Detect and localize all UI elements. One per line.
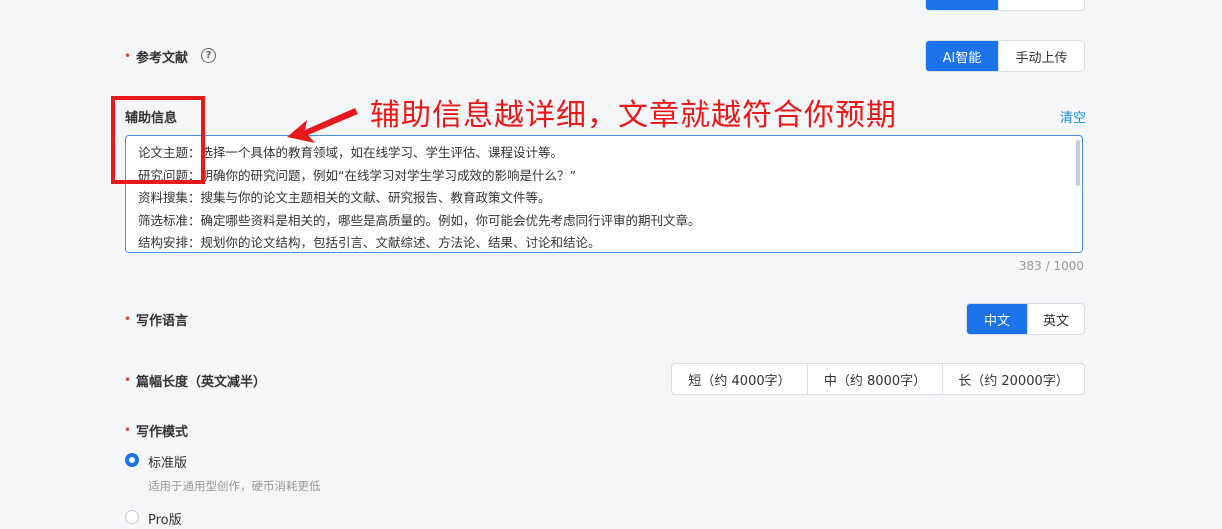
radio-pro[interactable] — [125, 510, 139, 524]
aux-info-line: 研究问题：明确你的研究问题，例如“在线学习对学生学习成效的影响是什么？” — [138, 167, 576, 183]
length-label: 篇幅长度（英文减半） — [136, 375, 267, 390]
top-cutoff-segmented[interactable] — [925, 0, 1085, 11]
aux-info-line: 结构安排：规划你的论文结构，包括引言、文献综述、方法论、结果、讨论和结论。 — [138, 235, 601, 250]
reference-label: 参考文献 — [136, 51, 189, 66]
length-option-medium[interactable]: 中（约 8000字） — [807, 364, 942, 394]
length-option-long[interactable]: 长（约 20000字） — [942, 364, 1084, 394]
aux-info-line: 论文主题：选择一个具体的教育领域，如在线学习、学生评估、课程设计等。 — [138, 145, 564, 160]
annotation-highlight-box — [111, 96, 205, 184]
required-marker: • — [124, 312, 132, 326]
help-icon[interactable]: ? — [201, 48, 216, 63]
aux-info-line: 资料搜集：搜集与你的论文主题相关的文献、研究报告、教育政策文件等。 — [138, 190, 551, 205]
textarea-scrollbar[interactable] — [1076, 140, 1080, 186]
mode-standard-label[interactable]: 标准版 — [148, 452, 187, 471]
length-option-short[interactable]: 短（约 4000字） — [672, 364, 807, 394]
reference-option-manual[interactable]: 手动上传 — [998, 41, 1084, 71]
length-segmented[interactable]: 短（约 4000字） 中（约 8000字） 长（约 20000字） — [671, 363, 1085, 395]
language-option-zh[interactable]: 中文 — [967, 304, 1027, 334]
required-marker: • — [124, 373, 132, 387]
annotation-arrow-icon — [287, 108, 358, 143]
aux-info-line: 筛选标准：确定哪些资料是相关的，哪些是高质量的。例如，你可能会优先考虑同行评审的… — [138, 212, 701, 228]
mode-label: 写作模式 — [136, 425, 189, 440]
top-cutoff-option-1[interactable] — [926, 0, 998, 10]
radio-standard[interactable] — [125, 453, 139, 467]
char-counter: 383 / 1000 — [1018, 259, 1084, 273]
mode-pro-label[interactable]: Pro版 — [148, 509, 182, 528]
language-segmented[interactable]: 中文 英文 — [966, 303, 1085, 335]
language-option-en[interactable]: 英文 — [1027, 304, 1084, 334]
mode-standard-desc: 适用于通用型创作，硬币消耗更低 — [148, 479, 321, 493]
clear-link[interactable]: 清空 — [1060, 107, 1086, 126]
reference-option-ai[interactable]: AI智能 — [926, 41, 998, 71]
top-cutoff-option-2[interactable] — [998, 0, 1084, 10]
annotation-text: 辅助信息越详细，文章就越符合你预期 — [370, 98, 897, 133]
language-label: 写作语言 — [136, 314, 189, 329]
reference-segmented[interactable]: AI智能 手动上传 — [925, 40, 1085, 72]
aux-info-textarea[interactable]: 论文主题：选择一个具体的教育领域，如在线学习、学生评估、课程设计等。 研究问题：… — [125, 135, 1083, 253]
required-marker: • — [124, 423, 132, 437]
required-marker: • — [124, 49, 132, 63]
